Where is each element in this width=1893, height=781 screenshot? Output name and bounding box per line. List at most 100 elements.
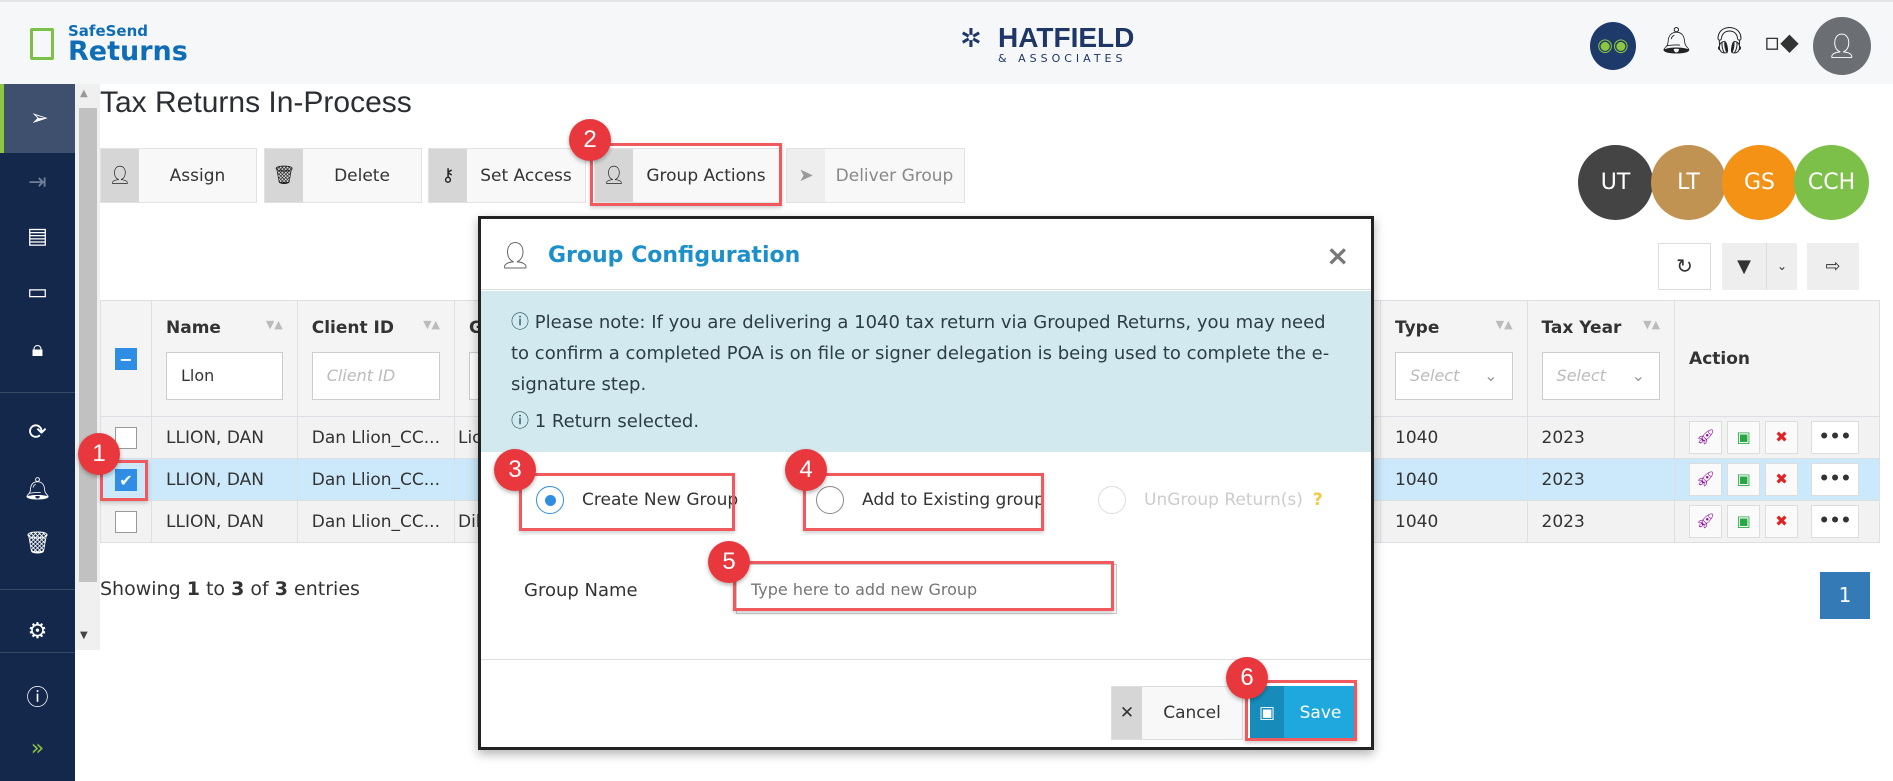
sidebar-divider <box>0 589 75 590</box>
name-cell: LLION, DAN <box>151 458 298 501</box>
name-cell: LLION, DAN <box>151 500 298 543</box>
client-id-header-label: Client ID <box>311 317 394 338</box>
step-badge-5: 5 <box>708 541 750 583</box>
scroll-thumb[interactable] <box>79 108 97 582</box>
rocket-icon[interactable]: 🚀︎ <box>1689 463 1723 496</box>
action-cell: 🚀︎ ▣ ✖ ••• <box>1674 416 1880 459</box>
close-icon: ✕ <box>1112 687 1142 739</box>
type-cell: 1040 <box>1380 416 1528 459</box>
select-all-cell: − <box>100 300 152 417</box>
ungroup-label: UnGroup Return(s) <box>1144 490 1303 510</box>
name-header[interactable]: Name ▼▲ Llon <box>151 300 298 417</box>
chevron-down-icon: ⌄ <box>1631 365 1646 385</box>
software-gs[interactable]: GS <box>1722 145 1797 220</box>
tax-year-filter-select[interactable]: Select ⌄ <box>1541 351 1661 400</box>
more-button[interactable]: ••• <box>1811 505 1860 538</box>
entries-summary: Showing 1 to 3 of 3 entries <box>100 578 360 600</box>
step-badge-3: 3 <box>494 449 536 491</box>
type-cell: 1040 <box>1380 458 1528 501</box>
type-cell: 1040 <box>1380 500 1528 543</box>
tax-year-cell: 2023 <box>1526 500 1676 543</box>
bell-icon[interactable]: 🔔︎ <box>1660 26 1693 56</box>
chevron-down-icon: ⌄ <box>1776 259 1788 273</box>
close-icon[interactable]: ✖ <box>1765 463 1799 496</box>
set-access-button[interactable]: ⚷ Set Access <box>428 148 586 203</box>
scroll-down-icon[interactable]: ▼ <box>80 630 88 641</box>
tax-year-cell: 2023 <box>1526 416 1676 459</box>
type-header[interactable]: Type ▼▲ Select ⌄ <box>1380 300 1528 417</box>
id-card-icon[interactable]: ▣ <box>1727 463 1761 496</box>
filter-button[interactable]: ▼ ⌄ <box>1722 243 1797 290</box>
sidebar-bell-icon[interactable]: 🔔︎ <box>0 461 75 517</box>
software-lt[interactable]: LT <box>1651 145 1726 220</box>
more-button[interactable]: ••• <box>1811 463 1860 496</box>
sidebar-trash-icon[interactable]: 🗑︎ <box>0 515 75 571</box>
apps-icon[interactable]: ▫◆ <box>1764 28 1799 56</box>
firm-name: HATFIELD <box>998 22 1135 53</box>
pagination-page-1[interactable]: 1 <box>1820 572 1870 619</box>
step-badge-4: 4 <box>785 449 827 491</box>
highlight-step-3 <box>519 473 735 531</box>
cancel-label: Cancel <box>1163 703 1221 723</box>
id-card-icon[interactable]: ▣ <box>1727 421 1761 454</box>
chevron-down-icon: ⌄ <box>1484 365 1498 385</box>
sidebar-gear-icon[interactable]: ⚙ <box>0 603 75 659</box>
sidebar-expand-icon[interactable]: » <box>0 720 75 776</box>
export-button[interactable]: ⇨ <box>1807 243 1859 290</box>
deliver-group-label: Deliver Group <box>835 165 954 186</box>
sidebar-archive-icon[interactable]: ▭ <box>0 264 75 320</box>
sidebar-lock-icon[interactable]: 🔒︎ <box>0 321 75 377</box>
delete-button[interactable]: 🗑︎ Delete <box>264 148 422 203</box>
sidebar-help-icon[interactable]: ⓘ <box>0 668 75 724</box>
sidebar-divider <box>0 652 75 653</box>
top-header: SafeSend Returns ✲ HATFIELD & ASSOCIATES… <box>0 0 1893 84</box>
page-title: Tax Returns In-Process <box>100 86 412 119</box>
firm-subtitle: & ASSOCIATES <box>998 52 1127 65</box>
headset-icon[interactable]: 🎧︎ <box>1713 26 1746 56</box>
scroll-up-icon[interactable]: ▲ <box>80 88 88 99</box>
safesend-logo-icon <box>30 28 54 60</box>
software-cch[interactable]: CCH <box>1794 145 1869 220</box>
software-ut[interactable]: UT <box>1578 145 1653 220</box>
tax-year-cell: 2023 <box>1526 458 1676 501</box>
info-alert: ⓘ Please note: If you are delivering a 1… <box>481 291 1371 452</box>
cancel-button[interactable]: ✕ Cancel <box>1111 686 1243 740</box>
assign-button[interactable]: 👤︎ Assign <box>100 148 257 203</box>
sort-icon[interactable]: ▼▲ <box>1496 318 1513 331</box>
client-id-cell: Dan Llion_CC... <box>296 500 455 543</box>
scrollbar[interactable]: ▲ ▼ <box>75 84 100 650</box>
select-all-checkbox[interactable]: − <box>115 347 137 370</box>
tax-year-header[interactable]: Tax Year ▼▲ Select ⌄ <box>1526 300 1676 417</box>
sidebar-import-icon[interactable]: ⇥ <box>0 154 75 210</box>
help-icon[interactable]: ? <box>1313 490 1323 510</box>
close-icon[interactable]: ✖ <box>1765 421 1799 454</box>
type-header-label: Type <box>1395 317 1440 338</box>
sort-icon[interactable]: ▼▲ <box>423 318 440 331</box>
user-check-icon: 👤︎ <box>101 149 139 202</box>
more-button[interactable]: ••• <box>1811 421 1860 454</box>
refresh-button[interactable]: ↻ <box>1658 243 1711 290</box>
sidebar-send-icon[interactable]: ➢ <box>0 84 75 153</box>
row-checkbox[interactable] <box>115 510 137 533</box>
name-filter-input[interactable]: Llon <box>166 351 283 400</box>
step-badge-1: 1 <box>78 433 120 475</box>
id-card-icon[interactable]: ▣ <box>1727 505 1761 538</box>
client-id-header[interactable]: Client ID ▼▲ Client ID <box>296 300 455 417</box>
rocket-icon[interactable]: 🚀︎ <box>1689 421 1723 454</box>
type-filter-select[interactable]: Select ⌄ <box>1395 351 1513 400</box>
sort-icon[interactable]: ▼▲ <box>266 318 283 331</box>
rocket-icon[interactable]: 🚀︎ <box>1689 505 1723 538</box>
sidebar-divider <box>0 392 75 393</box>
user-profile-icon[interactable]: 👤︎ <box>1813 17 1871 75</box>
info-icon: ⓘ <box>511 312 529 333</box>
sidebar-document-icon[interactable]: ▤ <box>0 208 75 264</box>
close-icon[interactable]: ✖ <box>1765 505 1799 538</box>
owl-avatar-icon[interactable]: ◉◉ <box>1590 22 1636 70</box>
highlight-step-4 <box>803 473 1044 531</box>
sidebar-users-icon[interactable]: ⟳ <box>0 404 75 460</box>
sort-icon[interactable]: ▼▲ <box>1643 318 1660 331</box>
action-cell: 🚀︎ ▣ ✖ ••• <box>1674 458 1880 501</box>
client-id-filter-input[interactable]: Client ID <box>311 351 440 400</box>
deliver-group-button[interactable]: ➤ Deliver Group <box>786 148 965 203</box>
close-modal-icon[interactable]: × <box>1326 239 1349 272</box>
